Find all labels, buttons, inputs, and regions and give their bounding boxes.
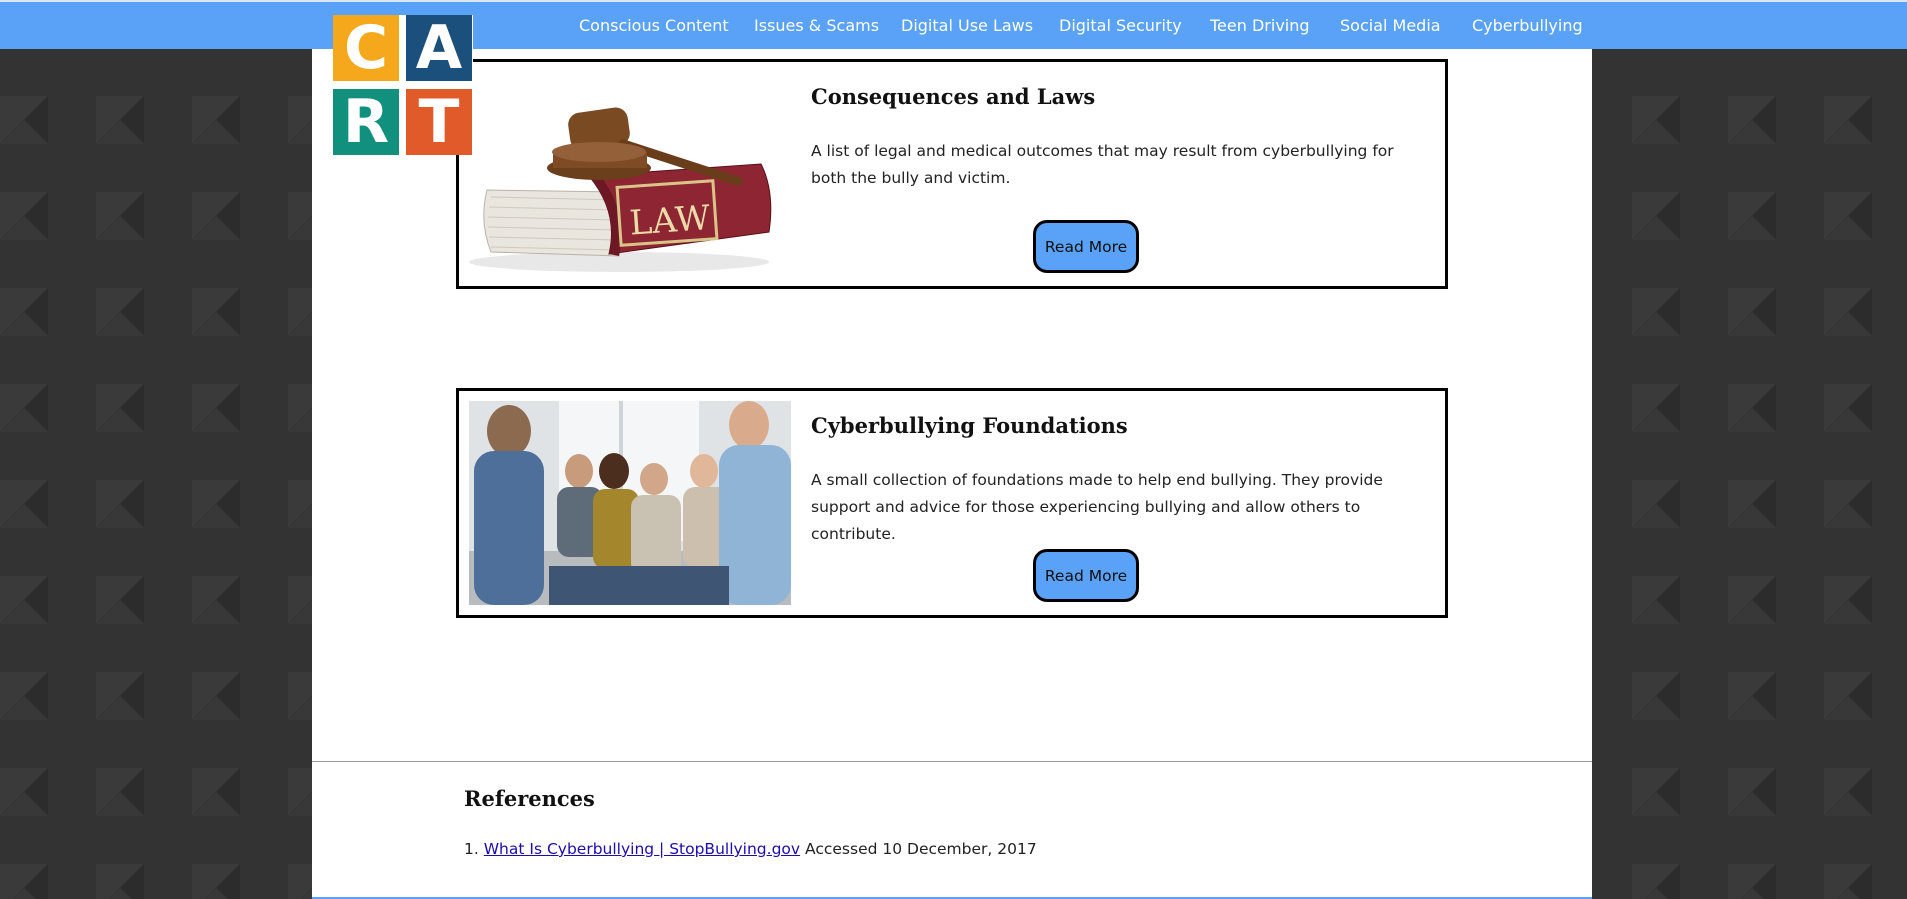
cart-logo[interactable]: C A R T [333, 15, 473, 155]
nav-item-digital-use-laws[interactable]: Digital Use Laws [901, 16, 1033, 35]
navigation-bar: Conscious Content Issues & Scams Digital… [0, 2, 1907, 49]
reference-link[interactable]: What Is Cyberbullying | StopBullying.gov [484, 840, 800, 858]
reference-number: 1. [464, 840, 479, 858]
main-nav: Conscious Content Issues & Scams Digital… [0, 2, 1907, 49]
reference-accessed: Accessed 10 December, 2017 [800, 840, 1037, 858]
nav-item-teen-driving[interactable]: Teen Driving [1210, 16, 1310, 35]
logo-letter-t: T [406, 89, 472, 155]
logo-letter-a: A [406, 15, 472, 81]
card-description: A list of legal and medical outcomes tha… [811, 142, 1394, 187]
section-divider [312, 761, 1592, 762]
references-title: References [464, 786, 595, 811]
card-consequences-laws: LAW Consequences and Laws A list of lega… [456, 59, 1448, 289]
logo-letter-c: C [333, 15, 399, 81]
card-cyberbullying-foundations: Cyberbullying Foundations A small collec… [456, 388, 1448, 618]
card-description: A small collection of foundations made t… [811, 471, 1383, 543]
nav-item-digital-security[interactable]: Digital Security [1059, 16, 1182, 35]
support-group-photo [469, 401, 791, 605]
nav-item-social-media[interactable]: Social Media [1340, 16, 1441, 35]
card-title: Consequences and Laws [811, 84, 1096, 109]
law-book-gavel-image: LAW [469, 72, 791, 276]
logo-letter-r: R [333, 89, 399, 155]
read-more-button[interactable]: Read More [1033, 220, 1139, 273]
nav-item-cyberbullying[interactable]: Cyberbullying [1472, 16, 1583, 35]
nav-item-conscious-content[interactable]: Conscious Content [579, 16, 729, 35]
top-strip [0, 0, 1907, 2]
card-title: Cyberbullying Foundations [811, 413, 1128, 438]
reference-item: 1. What Is Cyberbullying | StopBullying.… [464, 840, 1037, 858]
read-more-button[interactable]: Read More [1033, 549, 1139, 602]
nav-item-issues-scams[interactable]: Issues & Scams [754, 16, 879, 35]
law-book-text: LAW [628, 198, 711, 244]
